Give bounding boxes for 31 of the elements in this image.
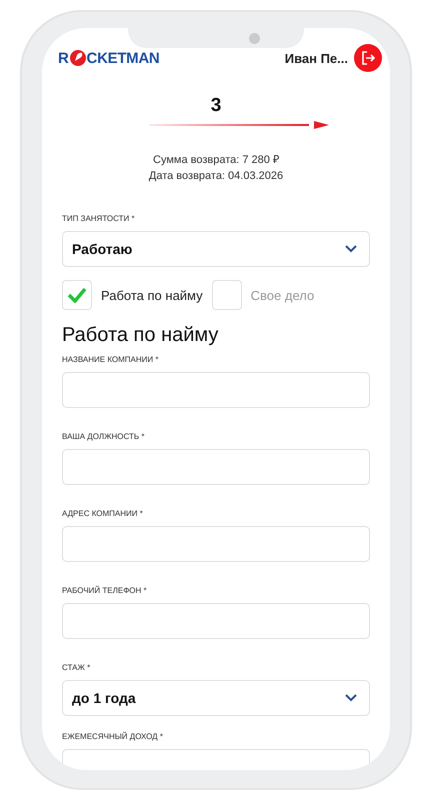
field-label: РАБОЧИЙ ТЕЛЕФОН * [62, 586, 148, 595]
input-field[interactable] [62, 449, 370, 485]
field-label: ТИП ЗАНЯТОСТИ * [62, 214, 136, 223]
summary-text: Сумма возврата: 7 280 ₽ [153, 153, 279, 166]
logo-text: R [58, 50, 69, 66]
select-field[interactable]: до 1 года [62, 680, 370, 716]
select-field[interactable]: Работаю [62, 231, 370, 267]
logout-icon [360, 50, 376, 66]
input-field[interactable] [62, 372, 370, 408]
rocket-icon [68, 49, 87, 67]
camera-icon [249, 32, 260, 44]
summary-text: Дата возврата: 04.03.2026 [148, 170, 284, 182]
step-number: 3 [210, 95, 222, 117]
input-field[interactable] [62, 526, 370, 562]
checkbox-label: Работа по найму [101, 288, 203, 302]
field-label: СТАЖ * [62, 663, 92, 672]
input-field[interactable] [62, 603, 370, 639]
field-label: ЕЖЕМЕСЯЧНЫЙ ДОХОД * [62, 732, 164, 741]
field-label: ВАША ДОЛЖНОСТЬ * [62, 432, 146, 441]
chevron-down-icon [345, 694, 357, 702]
logout-button[interactable] [354, 44, 382, 72]
user-name: Иван Пе... [284, 50, 348, 66]
logo-text: CKETMAN [86, 50, 160, 66]
field-label: АДРЕС КОМПАНИИ * [62, 509, 144, 518]
checkbox[interactable] [212, 280, 242, 310]
checkbox[interactable] [62, 280, 92, 310]
field-label: НАЗВАНИЕ КОМПАНИИ * [62, 355, 160, 364]
checkbox-label: Свое дело [250, 288, 314, 302]
chevron-down-icon [345, 245, 357, 253]
section-title: Работа по найму [62, 324, 220, 347]
checkmark-icon [67, 287, 87, 303]
